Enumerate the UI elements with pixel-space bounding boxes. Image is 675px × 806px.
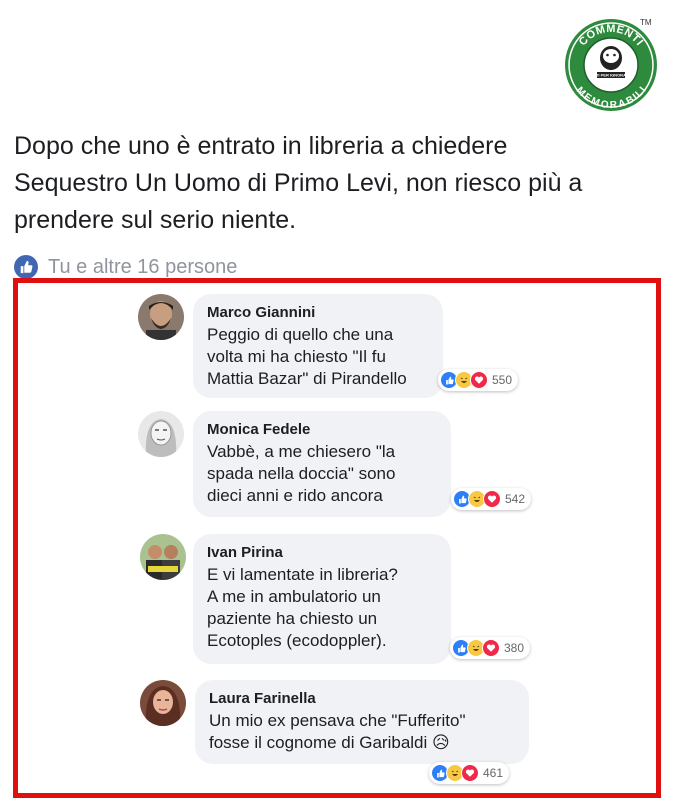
comment-bubble: Ivan Pirina E vi lamentate in libreria? … xyxy=(193,534,451,664)
heart-reaction-icon xyxy=(482,639,500,657)
avatar[interactable] xyxy=(140,534,186,580)
comment-bubble: Monica Fedele Vabbè, a me chiesero "la s… xyxy=(193,411,451,517)
heart-reaction-icon xyxy=(461,764,479,782)
reaction-count: 542 xyxy=(505,492,526,506)
heart-reaction-icon xyxy=(483,490,501,508)
comment-author[interactable]: Laura Farinella xyxy=(209,689,516,708)
comment-bubble: Marco Giannini Peggio di quello che una … xyxy=(193,294,443,398)
post-text: Dopo che uno è entrato in libreria a chi… xyxy=(14,132,583,234)
svg-text:NATI PER IGNORARE: NATI PER IGNORARE xyxy=(590,73,631,78)
reactions-summary[interactable]: 461 xyxy=(429,762,510,784)
comment-author[interactable]: Marco Giannini xyxy=(207,303,430,322)
reactions-summary[interactable]: 550 xyxy=(438,369,519,391)
comment-author[interactable]: Monica Fedele xyxy=(207,420,438,439)
reaction-count: 380 xyxy=(504,641,525,655)
comment-text: Vabbè, a me chiesero "la spada nella doc… xyxy=(207,442,396,505)
likes-count-text[interactable]: Tu e altre 16 persone xyxy=(48,256,237,279)
commenti-memorabili-logo: NATI PER IGNORARE COMMENTI MEMORABILI xyxy=(564,18,658,112)
comment-text: Un mio ex pensava che "Fufferito" fosse … xyxy=(209,711,466,752)
reaction-count: 550 xyxy=(492,373,513,387)
avatar[interactable] xyxy=(140,680,186,726)
reactions-summary[interactable]: 380 xyxy=(450,637,531,659)
post-likes-row[interactable]: Tu e altre 16 persone xyxy=(14,253,237,281)
reaction-count: 461 xyxy=(483,766,504,780)
comment-text: E vi lamentate in libreria? A me in ambu… xyxy=(207,565,398,650)
trademark-label: TM xyxy=(640,18,652,27)
thumbs-up-icon xyxy=(14,255,38,279)
comment-text: Peggio di quello che una volta mi ha chi… xyxy=(207,325,407,388)
comment-bubble: Laura Farinella Un mio ex pensava che "F… xyxy=(195,680,529,764)
avatar[interactable] xyxy=(138,411,184,457)
avatar[interactable] xyxy=(138,294,184,340)
heart-reaction-icon xyxy=(470,371,488,389)
reactions-summary[interactable]: 542 xyxy=(451,488,532,510)
comment-author[interactable]: Ivan Pirina xyxy=(207,543,438,562)
